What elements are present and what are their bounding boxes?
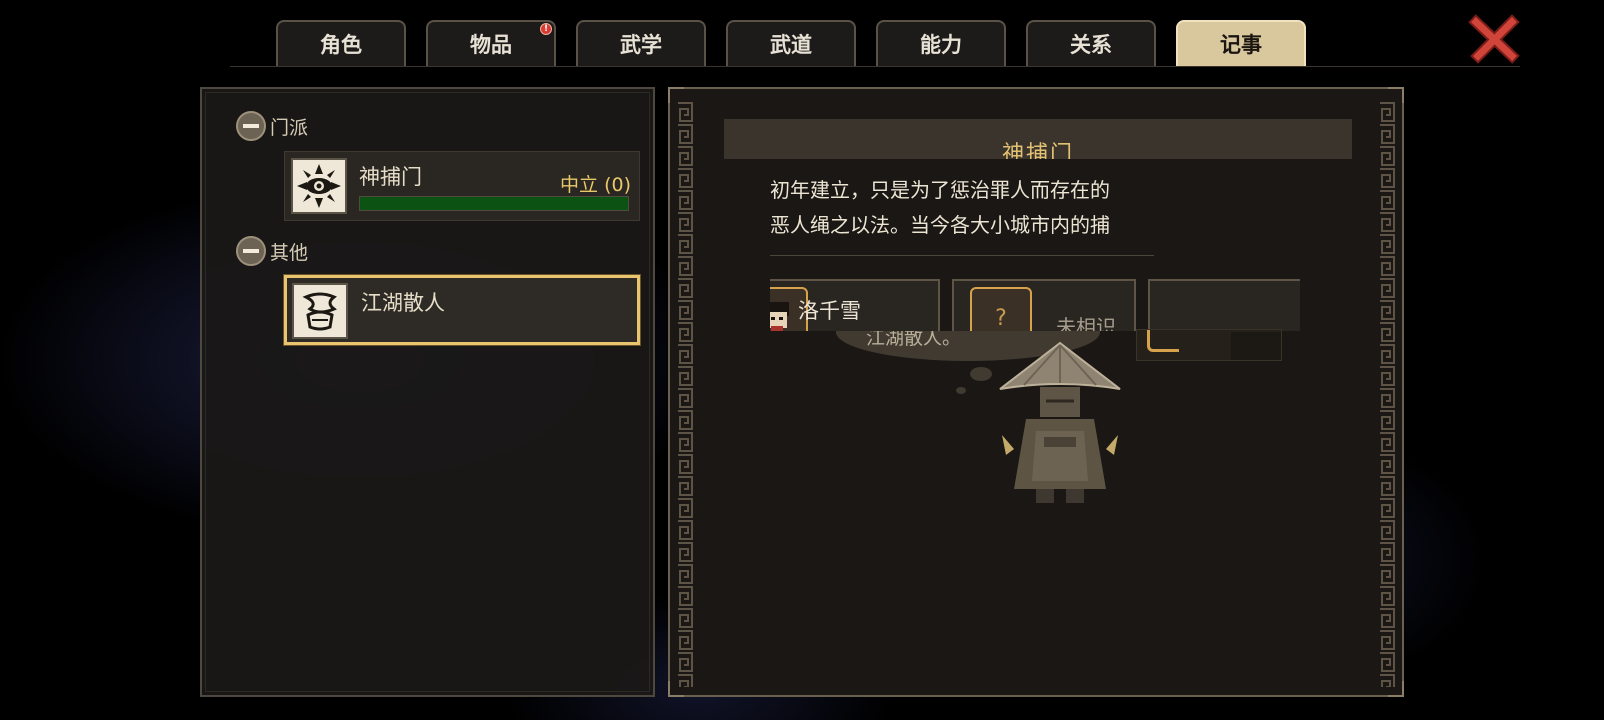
member-list[interactable]: 洛千雪 ? 未相识 — [770, 279, 1300, 331]
corner-ornament — [668, 681, 684, 697]
member-card[interactable] — [1136, 329, 1282, 361]
faction-name: 神捕门 — [359, 165, 422, 189]
collapse-minus-icon[interactable] — [236, 236, 266, 266]
category-label: 其他 — [270, 241, 309, 264]
faction-description: 初年建立，只是为了惩治罪人而存在的 恶人绳之以法。当今各大小城市内的捕 — [770, 173, 1170, 243]
tab-label: 能力 — [920, 33, 962, 57]
faction-name: 江湖散人 — [361, 291, 445, 315]
close-x-icon — [1468, 14, 1520, 64]
tab-label: 武道 — [770, 33, 812, 57]
portrait-frame — [1147, 330, 1179, 352]
faction-detail-panel: 神捕门 初年建立，只是为了惩治罪人而存在的 恶人绳之以法。当今各大小城市内的捕 … — [668, 87, 1404, 697]
question-mark-glyph: ? — [995, 305, 1007, 331]
corner-ornament — [668, 87, 684, 103]
member-name: 洛千雪 — [798, 299, 861, 323]
tab-label: 记事 — [1220, 33, 1262, 57]
tab-abilities[interactable]: 能力 — [876, 20, 1006, 66]
member-card-shade — [1231, 332, 1281, 360]
straw-hat-wanderer-sprite — [999, 341, 1121, 503]
divider — [770, 255, 1154, 256]
tab-items[interactable]: 物品 ! — [426, 20, 556, 66]
scroll-emblem-icon — [292, 283, 348, 339]
faction-row-jianghu-wanderers[interactable]: 江湖散人 — [284, 275, 640, 345]
collapse-minus-icon[interactable] — [236, 111, 266, 141]
faction-title-bar: 神捕门 — [724, 119, 1352, 159]
tab-bar-divider — [230, 66, 1520, 67]
speech-text: 江湖散人。 — [866, 331, 962, 349]
tab-character[interactable]: 角色 — [276, 20, 406, 66]
reputation-bar — [359, 196, 629, 211]
member-card[interactable]: 洛千雪 — [770, 279, 940, 331]
tab-relations[interactable]: 关系 — [1026, 20, 1156, 66]
category-label: 门派 — [270, 116, 309, 139]
faction-title: 神捕门 — [1001, 142, 1074, 159]
close-button[interactable] — [1468, 12, 1522, 66]
tab-label: 关系 — [1070, 33, 1112, 57]
reputation-bar-fill — [360, 197, 628, 210]
tab-label: 角色 — [320, 33, 362, 57]
tab-label: 物品 — [470, 33, 512, 57]
faction-row-shenbumen[interactable]: 神捕门 中立 (0) — [284, 151, 640, 221]
tab-journal[interactable]: 记事 — [1176, 20, 1306, 66]
unknown-portrait-icon: ? — [970, 287, 1032, 331]
faction-standing: 中立 (0) — [560, 174, 631, 196]
corner-ornament — [1388, 87, 1404, 103]
description-line: 初年建立，只是为了惩治罪人而存在的 — [770, 178, 1110, 202]
category-others[interactable]: 其他 — [236, 236, 308, 266]
border-ornament — [676, 101, 694, 687]
emblem-icon — [291, 158, 347, 214]
member-name: 未相识 — [1056, 315, 1116, 331]
member-card[interactable] — [1148, 279, 1300, 331]
description-line: 恶人绳之以法。当今各大小城市内的捕 — [770, 213, 1110, 237]
faction-list-panel: 门派 神捕门 中立 (0) 其他 江湖散人 — [200, 87, 655, 697]
tab-martial-way[interactable]: 武道 — [726, 20, 856, 66]
corner-ornament — [1388, 681, 1404, 697]
tab-martial-arts[interactable]: 武学 — [576, 20, 706, 66]
category-sects[interactable]: 门派 — [236, 111, 308, 141]
border-ornament — [1378, 101, 1396, 687]
member-card[interactable]: ? 未相识 — [952, 279, 1136, 331]
tab-label: 武学 — [620, 33, 662, 57]
thought-dot — [956, 387, 966, 394]
notification-badge: ! — [540, 23, 552, 35]
